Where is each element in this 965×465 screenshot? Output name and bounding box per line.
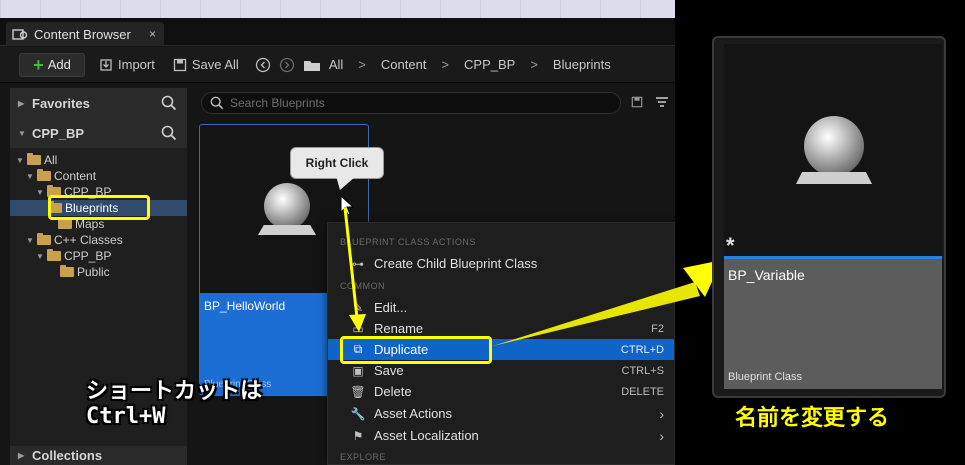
rename-caption: 名前を変更する xyxy=(735,405,890,430)
renamed-asset-preview: * BP_Variable Blueprint Class xyxy=(712,36,946,398)
preview-asset-class: Blueprint Class xyxy=(728,371,802,383)
preview-thumbnail: * xyxy=(724,44,942,258)
arrow-to-preview xyxy=(493,260,722,346)
arrow-down-to-duplicate xyxy=(343,207,366,332)
preview-label-area: BP_Variable Blueprint Class xyxy=(724,259,942,389)
pedestal-icon xyxy=(796,172,872,184)
modified-marker-icon: * xyxy=(726,233,735,258)
preview-asset-name[interactable]: BP_Variable xyxy=(728,267,805,283)
sphere-icon xyxy=(804,116,864,176)
